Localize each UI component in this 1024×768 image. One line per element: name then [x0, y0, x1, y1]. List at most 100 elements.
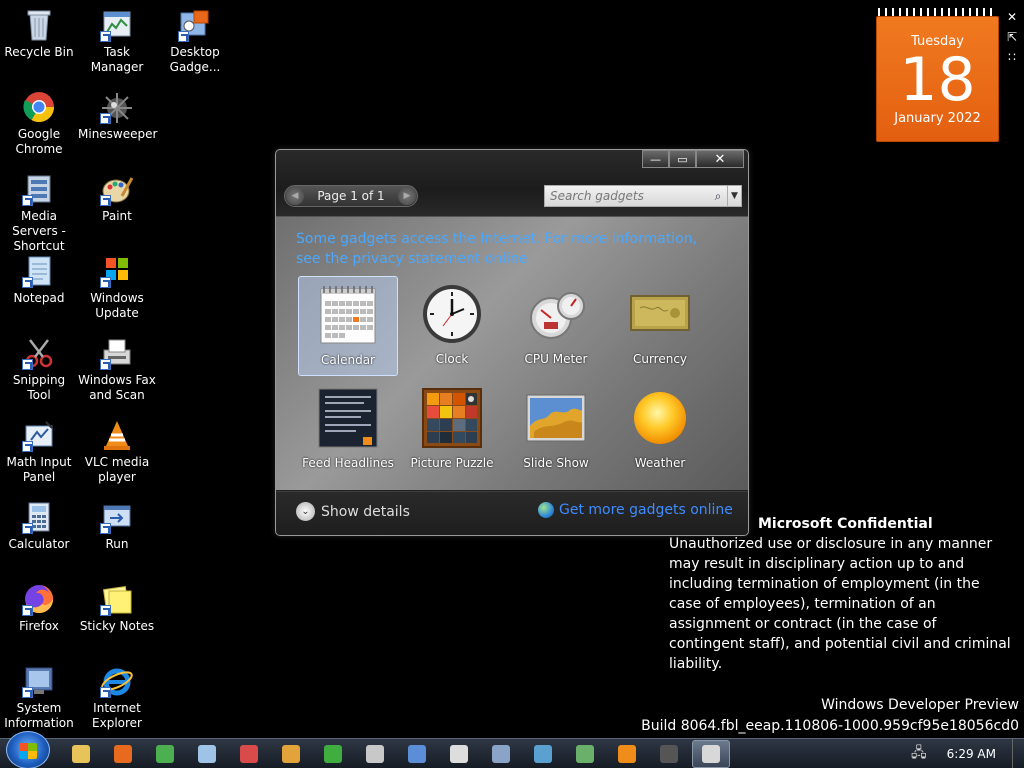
media-servers-icon	[22, 172, 56, 206]
gadget-tile-picture-puzzle[interactable]: Picture Puzzle	[402, 380, 502, 480]
taskbar-item[interactable]	[524, 740, 562, 768]
taskbar-clock[interactable]: 6:29 AM	[947, 747, 996, 761]
task-manager-icon	[100, 8, 134, 42]
drag-gadget-icon[interactable]: ∷	[1004, 48, 1020, 66]
taskbar-item[interactable]	[482, 740, 520, 768]
close-button[interactable]: ✕	[696, 150, 744, 168]
gadget-tile-cpu-meter[interactable]: CPU Meter	[506, 276, 606, 376]
desktop-gadgets-icon	[178, 8, 212, 42]
taskbar-item[interactable]	[62, 740, 100, 768]
desktop-icon-internet-explorer[interactable]: Internet Explorer	[78, 664, 156, 731]
taskbar-item[interactable]	[272, 740, 310, 768]
minimize-button[interactable]: —	[642, 150, 669, 168]
next-page-button[interactable]: ▶	[398, 187, 416, 205]
os-edition: Windows Developer Preview	[821, 697, 1019, 713]
taskbar-item[interactable]	[146, 740, 184, 768]
gadget-tile-slide-show[interactable]: Slide Show	[506, 380, 606, 480]
gadget-tile-label: Picture Puzzle	[410, 456, 494, 470]
fax-scan-icon	[100, 336, 134, 370]
desktop-icon-label: VLC media player	[84, 455, 150, 484]
gadget-tile-currency[interactable]: Currency	[610, 276, 710, 376]
shortcut-arrow-icon	[22, 195, 33, 206]
clock-gadget-icon	[420, 282, 484, 346]
calendar-day-number: 18	[899, 45, 976, 115]
taskbar-item[interactable]	[440, 740, 478, 768]
close-gadget-icon[interactable]: ✕	[1004, 8, 1020, 26]
desktop-icon-media-servers[interactable]: Media Servers - Shortcut	[0, 172, 78, 254]
desktop-icon-snipping-tool[interactable]: Snipping Tool	[0, 336, 78, 403]
gadget-tile-weather[interactable]: Weather	[610, 380, 710, 480]
show-details-toggle[interactable]: ⌄ Show details	[296, 502, 410, 521]
network-icon	[534, 744, 552, 763]
taskbar-item[interactable]	[650, 740, 688, 768]
taskbar-item[interactable]	[356, 740, 394, 768]
confidential-body: Unauthorized use or disclosure in any ma…	[669, 536, 1011, 672]
desktop-icon-label: Media Servers - Shortcut	[12, 209, 66, 253]
build-watermark: Windows Developer Preview Build 8064.fbl…	[641, 695, 1019, 737]
shortcut-arrow-icon	[100, 523, 111, 534]
desktop-icon-fax-scan[interactable]: Windows Fax and Scan	[78, 336, 156, 403]
shortcut-arrow-icon	[22, 441, 33, 452]
weather-gadget-icon	[628, 386, 692, 450]
taskbar-item[interactable]	[566, 740, 604, 768]
picture-puzzle-gadget-icon	[420, 386, 484, 450]
desktop-icon-minesweeper[interactable]: Minesweeper	[78, 90, 157, 142]
gadget-tile-clock[interactable]: Clock	[402, 276, 502, 376]
taskbar-item[interactable]	[104, 740, 142, 768]
show-desktop-button[interactable]	[1012, 739, 1024, 768]
desktop-icon-desktop-gadgets[interactable]: Desktop Gadge...	[156, 8, 234, 75]
desktop-icon-notepad[interactable]: Notepad	[0, 254, 78, 306]
desktop-icon-google-chrome[interactable]: Google Chrome	[0, 90, 78, 157]
calculator-icon	[22, 500, 56, 534]
system-info-icon	[492, 744, 510, 763]
taskbar-item[interactable]	[230, 740, 268, 768]
taskbar-item[interactable]	[692, 739, 730, 768]
desktop-icon-label: Google Chrome	[15, 127, 63, 156]
calendar-gadget-body[interactable]: Tuesday 18 January 2022	[876, 16, 999, 142]
snipping-tool-icon	[22, 336, 56, 370]
search-icon[interactable]: ⌕	[709, 189, 727, 204]
taskbar-item[interactable]	[314, 740, 352, 768]
larger-size-icon[interactable]: ⇱	[1004, 28, 1020, 46]
search-gadgets-box[interactable]: Search gadgets ⌕ ▼	[544, 185, 742, 207]
gadget-tile-label: Slide Show	[523, 456, 589, 470]
desktop-icon-firefox[interactable]: Firefox	[0, 582, 78, 634]
taskbar-item[interactable]	[188, 740, 226, 768]
desktop-icon-paint[interactable]: Paint	[78, 172, 156, 224]
maximize-button[interactable]: ▭	[669, 150, 696, 168]
desktop-icon-task-manager[interactable]: Task Manager	[78, 8, 156, 75]
vlc-icon	[100, 418, 134, 452]
taskbar-item[interactable]	[398, 740, 436, 768]
previous-page-button[interactable]: ◀	[286, 187, 304, 205]
gadget-tile-calendar[interactable]: Calendar	[298, 276, 398, 376]
search-dropdown-button[interactable]: ▼	[727, 186, 741, 206]
desktop-icon-recycle-bin[interactable]: Recycle Bin	[0, 8, 78, 60]
shortcut-arrow-icon	[22, 523, 33, 534]
desktop-icon-windows-update[interactable]: Windows Update	[78, 254, 156, 321]
desktop-icon-vlc[interactable]: VLC media player	[78, 418, 156, 485]
desktop-icon-math-input[interactable]: Math Input Panel	[0, 418, 78, 485]
desktop-icon-system-information[interactable]: System Information	[0, 664, 78, 731]
network-icon[interactable]: 🖧	[911, 742, 927, 766]
math-input-icon	[408, 744, 426, 763]
shortcut-arrow-icon	[22, 277, 33, 288]
internet-explorer-icon	[100, 664, 134, 698]
privacy-notice-link[interactable]: Some gadgets access the Internet. For mo…	[296, 229, 726, 269]
desktop-icon-sticky-notes[interactable]: Sticky Notes	[78, 582, 156, 634]
taskbar-item[interactable]	[608, 740, 646, 768]
desktop-icon-label: Task Manager	[90, 45, 144, 74]
calendar-gadget[interactable]: Tuesday 18 January 2022	[876, 8, 999, 142]
start-button[interactable]	[6, 730, 50, 768]
gadget-tile-feed-headlines[interactable]: Feed Headlines	[298, 380, 398, 480]
desktop-icon-calculator[interactable]: Calculator	[0, 500, 78, 552]
build-string: Build 8064.fbl_eeap.110806-1000.959cf95e…	[641, 718, 1019, 734]
desktop-icon-label: Recycle Bin	[4, 45, 74, 59]
globe-icon	[538, 502, 554, 518]
page-navigator: ◀ Page 1 of 1 ▶	[284, 185, 418, 207]
shortcut-arrow-icon	[100, 31, 111, 42]
search-input[interactable]: Search gadgets	[545, 189, 709, 203]
system-info-icon	[22, 664, 56, 698]
chevron-down-icon[interactable]: ⌄	[296, 502, 315, 521]
notepad-icon	[198, 744, 216, 763]
desktop-icon-run[interactable]: Run	[78, 500, 156, 552]
